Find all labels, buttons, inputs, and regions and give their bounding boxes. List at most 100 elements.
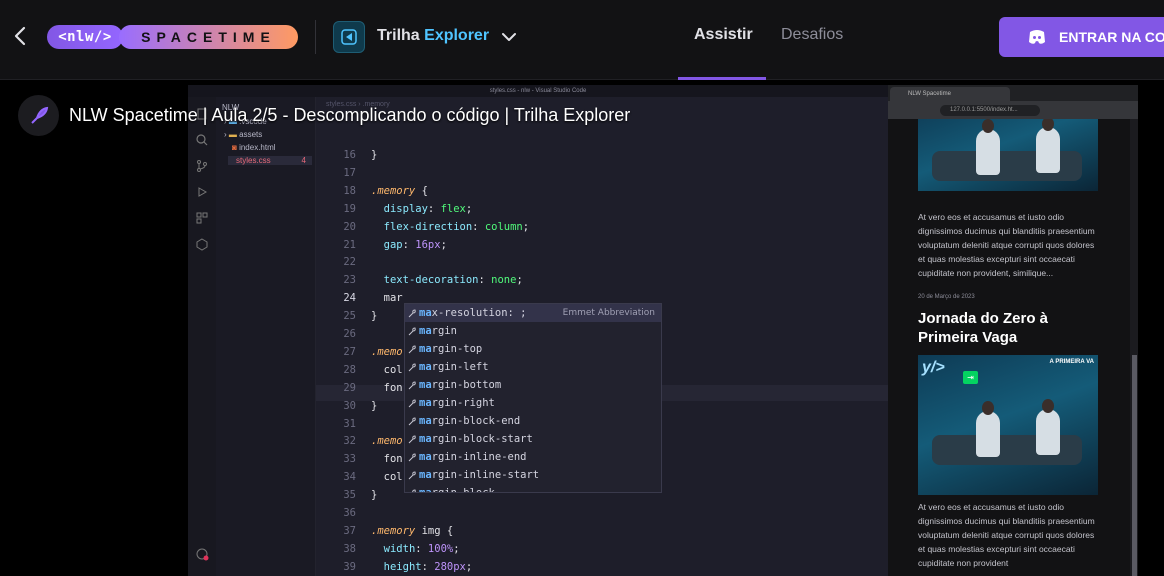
code-line[interactable]: fon <box>371 453 403 465</box>
back-arrow-icon[interactable] <box>10 24 32 48</box>
person-figure <box>976 411 1000 457</box>
suggestion-label: margin-block-end <box>419 415 521 427</box>
code-line[interactable]: } <box>371 149 377 161</box>
play-badge-icon: ⇥ <box>963 371 978 384</box>
code-line[interactable]: display: flex; <box>371 203 473 215</box>
chevron-down-icon[interactable] <box>500 28 518 46</box>
browser-url-bar[interactable]: 127.0.0.1:5500/index.ht... <box>940 105 1040 116</box>
code-line[interactable]: .memory { <box>371 185 428 197</box>
line-number: 21 <box>343 238 356 251</box>
line-number: 39 <box>343 560 356 573</box>
suggestion-label: margin-left <box>419 361 489 373</box>
brand-logo-prefix[interactable]: <nlw/> <box>47 25 123 49</box>
suggestion-label: margin-right <box>419 397 495 409</box>
line-number: 38 <box>343 542 356 555</box>
suggestion-detail: Emmet Abbreviation <box>562 308 655 318</box>
code-line[interactable]: flex-direction: column; <box>371 221 529 233</box>
line-number: 19 <box>343 202 356 215</box>
explorer-file-index[interactable]: ◙ index.html <box>232 143 276 152</box>
suggestion-label: margin-block <box>419 487 495 493</box>
suggestion-item[interactable]: margin-block <box>405 484 661 493</box>
remote-explorer-icon <box>196 238 208 251</box>
code-line[interactable]: .memo <box>371 435 403 447</box>
source-control-icon <box>197 160 207 172</box>
code-line[interactable]: gap: 16px; <box>371 239 447 251</box>
code-line[interactable]: col <box>371 471 403 483</box>
line-number: 31 <box>343 417 356 430</box>
suggestion-label: max-resolution: ; <box>419 307 527 319</box>
suggestion-item[interactable]: margin-inline-end <box>405 448 661 466</box>
post-title[interactable]: Jornada do Zero à Primeira Vaga <box>918 309 1108 347</box>
line-number: 17 <box>343 166 356 179</box>
tab-desafios[interactable]: Desafios <box>781 26 843 44</box>
suggestion-label: margin <box>419 325 457 337</box>
rocket-icon <box>30 106 48 124</box>
suggestion-item[interactable]: max-resolution: ; Emmet Abbreviation <box>405 304 661 322</box>
person-head <box>1042 399 1054 413</box>
browser-tab-bar: NLW Spacetime <box>888 85 1138 101</box>
suggestion-item[interactable]: margin-bottom <box>405 376 661 394</box>
channel-avatar[interactable] <box>18 95 59 136</box>
suggestion-item[interactable]: margin-block-end <box>405 412 661 430</box>
code-line[interactable]: .memory img { <box>371 525 453 537</box>
code-line[interactable]: fon <box>371 382 403 394</box>
line-number: 37 <box>343 524 356 537</box>
tab-assistir[interactable]: Assistir <box>694 26 753 44</box>
join-community-button[interactable]: ENTRAR NA CO <box>999 17 1164 57</box>
code-line[interactable]: .memo <box>371 346 403 358</box>
suggestion-item[interactable]: margin-top <box>405 340 661 358</box>
code-line[interactable]: } <box>371 310 377 322</box>
suggestion-label: margin-top <box>419 343 483 355</box>
wrench-icon <box>408 399 416 408</box>
suggestion-item[interactable]: margin <box>405 322 661 340</box>
wrench-icon <box>408 327 416 336</box>
line-number: 20 <box>343 220 356 233</box>
post-date: 20 de Março de 2023 <box>918 294 975 300</box>
run-debug-icon <box>198 187 208 197</box>
person-head <box>982 401 994 415</box>
code-line[interactable]: height: 280px; <box>371 561 473 573</box>
code-line[interactable]: } <box>371 489 377 501</box>
post-excerpt: At vero eos et accusamus et iusto odio d… <box>918 212 1095 278</box>
code-line[interactable]: width: 100%; <box>371 543 460 555</box>
browser-toolbar: 127.0.0.1:5500/index.ht... <box>888 101 1138 119</box>
video-title-bar: NLW Spacetime | Aula 2/5 - Descomplicand… <box>18 95 630 136</box>
post-thumbnail[interactable]: y/> ⇥ A PRIMEIRA VA <box>918 355 1098 495</box>
line-number: 24 <box>343 292 356 305</box>
thumbnail-caption: A PRIMEIRA VA <box>1049 359 1094 365</box>
code-line[interactable]: } <box>371 400 377 412</box>
person-head <box>982 119 994 133</box>
top-header: <nlw/> SPACETIME Trilha Explorer Assisti… <box>0 0 1164 80</box>
code-line[interactable]: col <box>371 364 403 376</box>
post-thumbnail[interactable] <box>918 119 1098 191</box>
line-number: 36 <box>343 507 356 519</box>
explorer-file-styles[interactable]: styles.css 4 <box>228 156 312 165</box>
wrench-icon <box>408 417 416 426</box>
suggestion-item[interactable]: margin-block-start <box>405 430 661 448</box>
browser-scroll-thumb[interactable] <box>1132 355 1137 576</box>
wrench-icon <box>408 471 416 480</box>
suggestion-item[interactable]: margin-right <box>405 394 661 412</box>
line-number: 34 <box>343 471 356 484</box>
line-number: 23 <box>343 274 356 287</box>
compass-icon <box>341 29 357 45</box>
suggestion-label: margin-block-start <box>419 433 533 445</box>
html-file-icon: ◙ <box>232 143 237 152</box>
video-title: NLW Spacetime | Aula 2/5 - Descomplicand… <box>69 105 631 125</box>
line-number: 32 <box>343 435 356 448</box>
line-number: 28 <box>343 363 356 376</box>
autocomplete-suggestions[interactable]: max-resolution: ; Emmet Abbreviation margi… <box>404 303 662 493</box>
brand-logo-name[interactable]: SPACETIME <box>119 25 298 49</box>
trail-selector[interactable]: Trilha Explorer <box>377 27 489 45</box>
suggestion-label: margin-bottom <box>419 379 502 391</box>
trail-prefix: Trilha <box>377 27 420 44</box>
browser-window: NLW Spacetime 127.0.0.1:5500/index.ht...… <box>888 85 1138 576</box>
line-number: 27 <box>343 345 356 358</box>
suggestion-item[interactable]: margin-inline-start <box>405 466 661 484</box>
code-line[interactable]: mar <box>371 292 403 304</box>
code-line[interactable]: text-decoration: none; <box>371 274 523 286</box>
video-player[interactable]: NLW Spacetime | Aula 2/5 - Descomplicand… <box>0 81 1164 576</box>
suggestion-item[interactable]: margin-left <box>405 358 661 376</box>
header-divider <box>315 20 316 54</box>
browser-tab[interactable]: NLW Spacetime <box>890 87 1010 101</box>
